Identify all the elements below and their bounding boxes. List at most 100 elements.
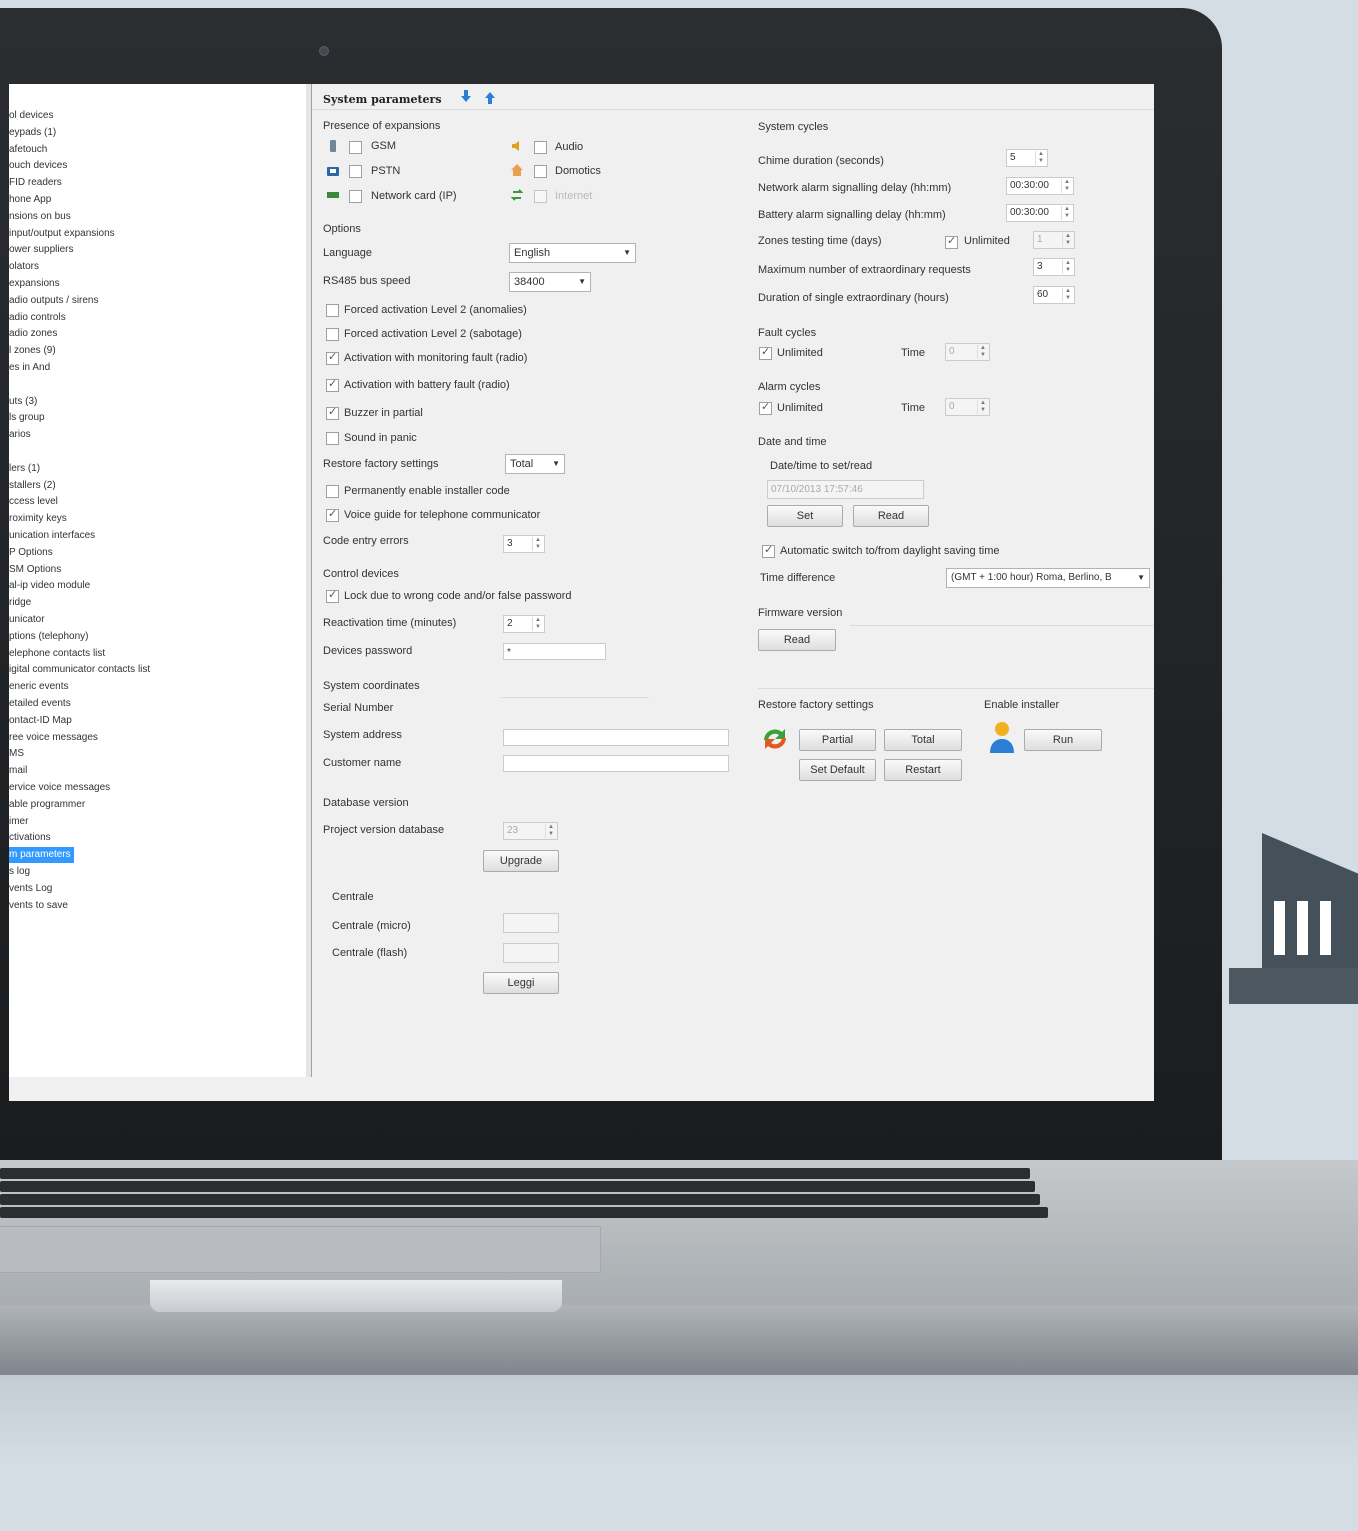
tree-item[interactable]: ridge bbox=[9, 595, 31, 611]
gsm-checkbox[interactable] bbox=[349, 141, 362, 154]
tree-item[interactable]: vents Log bbox=[9, 881, 52, 897]
restore-select[interactable]: Total ▼ bbox=[505, 454, 565, 474]
arrow-up-icon[interactable] bbox=[483, 91, 497, 105]
tree-item[interactable]: unicator bbox=[9, 612, 45, 628]
tree-item[interactable]: al-ip video module bbox=[9, 578, 90, 594]
set-default-button[interactable]: Set Default bbox=[799, 759, 876, 781]
fault-unlimited-checkbox[interactable] bbox=[759, 345, 772, 360]
chime-stepper[interactable]: 5 ▲ ▼ bbox=[1006, 149, 1048, 167]
arrow-down-icon[interactable] bbox=[459, 89, 473, 103]
tree-item[interactable]: ouch devices bbox=[9, 158, 67, 174]
option-checkbox[interactable] bbox=[326, 350, 339, 365]
perm-installer-checkbox[interactable] bbox=[326, 485, 339, 498]
partial-button[interactable]: Partial bbox=[799, 729, 876, 751]
datetime-read-button[interactable]: Read bbox=[853, 505, 929, 527]
spin-arrows-icon[interactable]: ▲ ▼ bbox=[532, 617, 543, 631]
tree-item[interactable]: igital communicator contacts list bbox=[9, 662, 150, 678]
internet-checkbox[interactable] bbox=[534, 190, 547, 203]
tree-item[interactable]: ower suppliers bbox=[9, 242, 73, 258]
spin-arrows-icon[interactable]: ▲ ▼ bbox=[1035, 151, 1046, 165]
tree-item[interactable]: ccess level bbox=[9, 494, 58, 510]
tree-item[interactable]: ervice voice messages bbox=[9, 780, 110, 796]
tree-item[interactable]: elephone contacts list bbox=[9, 646, 105, 662]
tree-item[interactable]: adio controls bbox=[9, 310, 66, 326]
tree-item[interactable]: uts (3) bbox=[9, 394, 37, 410]
spin-arrows-icon[interactable]: ▲ ▼ bbox=[1062, 260, 1073, 274]
alarm-unlimited-checkbox[interactable] bbox=[759, 400, 772, 415]
tree-item[interactable]: eneric events bbox=[9, 679, 68, 695]
tree-item[interactable]: olators bbox=[9, 259, 39, 275]
tree-item[interactable]: etailed events bbox=[9, 696, 71, 712]
network-card-checkbox[interactable] bbox=[349, 190, 362, 203]
bus-speed-select[interactable]: 38400 ▼ bbox=[509, 272, 591, 292]
firmware-read-button[interactable]: Read bbox=[758, 629, 836, 651]
spin-arrows-icon[interactable]: ▲ ▼ bbox=[1062, 288, 1073, 302]
tree-item[interactable]: hone App bbox=[9, 192, 51, 208]
tree-item[interactable]: FID readers bbox=[9, 175, 62, 191]
option-checkbox[interactable] bbox=[326, 405, 339, 420]
option-checkbox[interactable] bbox=[326, 328, 339, 341]
tree-item[interactable]: eypads (1) bbox=[9, 125, 56, 141]
tree-item[interactable]: ptions (telephony) bbox=[9, 629, 89, 645]
option-checkbox[interactable] bbox=[326, 377, 339, 392]
tree-item[interactable]: nsions on bus bbox=[9, 209, 71, 225]
tree-item[interactable]: able programmer bbox=[9, 797, 85, 813]
spin-arrows-icon[interactable]: ▲ ▼ bbox=[1061, 179, 1072, 193]
address-input[interactable] bbox=[503, 729, 729, 746]
tree-item[interactable]: ctivations bbox=[9, 830, 51, 846]
dst-checkbox[interactable] bbox=[762, 543, 775, 558]
tree-item[interactable]: unication interfaces bbox=[9, 528, 95, 544]
tree-item[interactable]: ontact-ID Map bbox=[9, 713, 72, 729]
batt-alarm-stepper[interactable]: 00:30:00 ▲ ▼ bbox=[1006, 204, 1074, 222]
tree-item[interactable]: stallers (2) bbox=[9, 478, 56, 494]
net-alarm-stepper[interactable]: 00:30:00 ▲ ▼ bbox=[1006, 177, 1074, 195]
total-button[interactable]: Total bbox=[884, 729, 962, 751]
reactivation-stepper[interactable]: 2 ▲ ▼ bbox=[503, 615, 545, 633]
upgrade-button[interactable]: Upgrade bbox=[483, 850, 559, 872]
domotics-checkbox[interactable] bbox=[534, 165, 547, 178]
run-button[interactable]: Run bbox=[1024, 729, 1102, 751]
tree-item[interactable]: ree voice messages bbox=[9, 730, 98, 746]
tree-item[interactable]: ls group bbox=[9, 410, 45, 426]
tree-item[interactable]: es in And bbox=[9, 360, 50, 376]
tree-item[interactable]: lers (1) bbox=[9, 461, 40, 477]
spin-arrows-icon[interactable]: ▲ ▼ bbox=[1061, 206, 1072, 220]
duration-stepper[interactable]: 60 ▲ ▼ bbox=[1033, 286, 1075, 304]
tree-item[interactable]: roximity keys bbox=[9, 511, 67, 527]
tree-item[interactable]: adio outputs / sirens bbox=[9, 293, 99, 309]
audio-checkbox[interactable] bbox=[534, 141, 547, 154]
customer-input[interactable] bbox=[503, 755, 729, 772]
project-db-label: Project version database bbox=[323, 824, 445, 836]
leggi-button[interactable]: Leggi bbox=[483, 972, 559, 994]
option-checkbox[interactable] bbox=[326, 304, 339, 317]
spin-arrows-icon[interactable]: ▲ ▼ bbox=[532, 537, 543, 551]
tree-item[interactable]: arios bbox=[9, 427, 31, 443]
tree-item[interactable]: s log bbox=[9, 864, 30, 880]
tree-item[interactable]: MS bbox=[9, 746, 24, 762]
tree-item[interactable]: imer bbox=[9, 814, 28, 830]
option-checkbox[interactable] bbox=[326, 432, 339, 445]
tree-item[interactable]: P Options bbox=[9, 545, 53, 561]
devices-password-input[interactable]: * bbox=[503, 643, 606, 660]
navigation-tree[interactable]: ol devices eypads (1) afetouch ouch devices… bbox=[9, 84, 307, 1077]
zones-unlimited-checkbox[interactable] bbox=[945, 234, 958, 249]
language-select[interactable]: English ▼ bbox=[509, 243, 636, 263]
tree-item[interactable]: ol devices bbox=[9, 108, 53, 124]
max-requests-stepper[interactable]: 3 ▲ ▼ bbox=[1033, 258, 1075, 276]
tree-item[interactable]: afetouch bbox=[9, 142, 47, 158]
pstn-checkbox[interactable] bbox=[349, 165, 362, 178]
datetime-set-button[interactable]: Set bbox=[767, 505, 843, 527]
time-diff-select[interactable]: (GMT + 1:00 hour) Roma, Berlino, B ▼ bbox=[946, 568, 1150, 588]
voice-guide-checkbox[interactable] bbox=[326, 507, 339, 522]
restart-button[interactable]: Restart bbox=[884, 759, 962, 781]
code-errors-stepper[interactable]: 3 ▲ ▼ bbox=[503, 535, 545, 553]
tree-item[interactable]: expansions bbox=[9, 276, 60, 292]
tree-item[interactable]: input/output expansions bbox=[9, 226, 115, 242]
tree-item[interactable]: SM Options bbox=[9, 562, 61, 578]
tree-item[interactable]: mail bbox=[9, 763, 27, 779]
tree-item[interactable]: l zones (9) bbox=[9, 343, 56, 359]
tree-item[interactable]: adio zones bbox=[9, 326, 57, 342]
lock-checkbox[interactable] bbox=[326, 588, 339, 603]
tree-item[interactable]: vents to save bbox=[9, 898, 68, 914]
tree-item[interactable]: m parameters bbox=[9, 847, 74, 864]
